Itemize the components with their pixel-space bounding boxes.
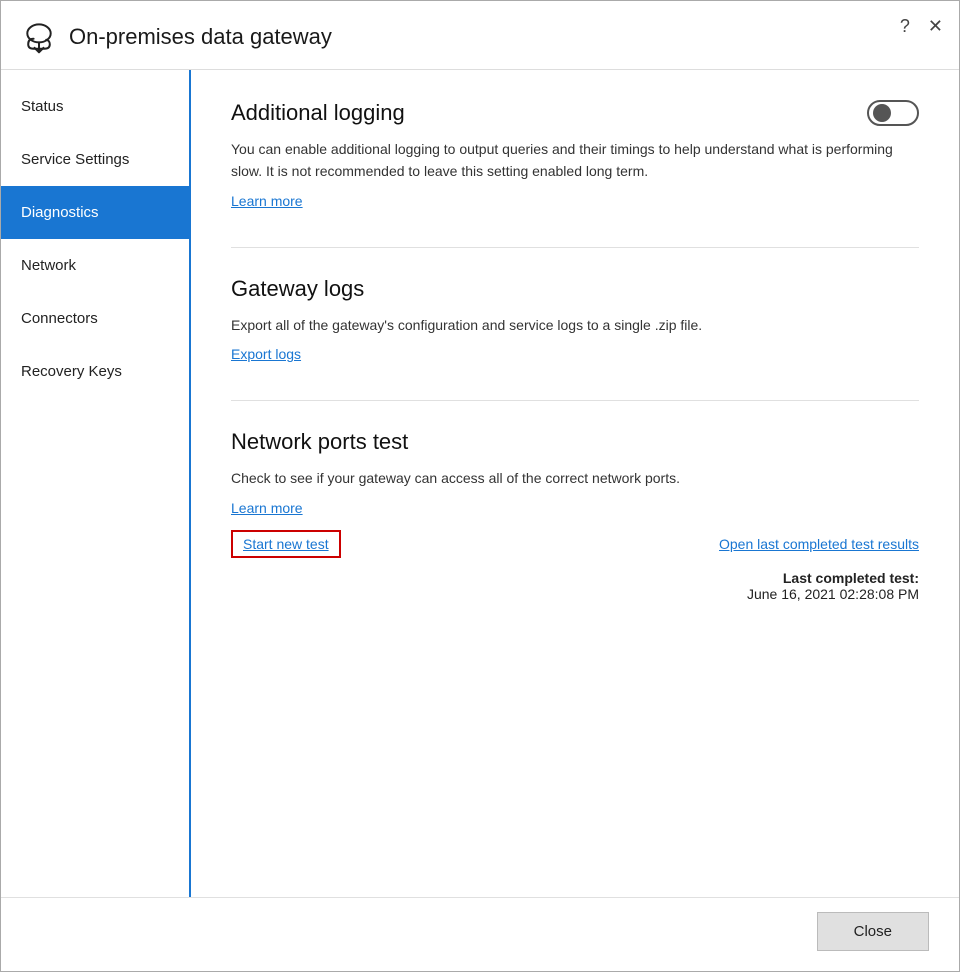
ports-test-row: Start new test Open last completed test …: [231, 530, 919, 558]
title-bar: On-premises data gateway ? ✕: [1, 1, 959, 70]
sidebar-item-diagnostics[interactable]: Diagnostics: [1, 186, 189, 239]
sidebar-item-service-settings[interactable]: Service Settings: [1, 133, 189, 186]
sidebar-item-connectors[interactable]: Connectors: [1, 292, 189, 345]
network-ports-test-desc: Check to see if your gateway can access …: [231, 467, 919, 489]
gateway-logs-section: Gateway logs Export all of the gateway's…: [231, 276, 919, 364]
export-logs-link[interactable]: Export logs: [231, 346, 301, 362]
help-button[interactable]: ?: [900, 17, 910, 35]
last-completed-date: June 16, 2021 02:28:08 PM: [231, 586, 919, 602]
open-last-results-link[interactable]: Open last completed test results: [719, 536, 919, 552]
additional-logging-learn-more[interactable]: Learn more: [231, 193, 303, 209]
start-new-test-button[interactable]: Start new test: [231, 530, 341, 558]
additional-logging-toggle[interactable]: [867, 100, 919, 126]
gateway-logs-desc: Export all of the gateway's configuratio…: [231, 314, 919, 336]
close-button[interactable]: Close: [817, 912, 929, 951]
toggle-dot: [873, 104, 891, 122]
gateway-logs-header: Gateway logs: [231, 276, 919, 302]
last-completed-info: Last completed test: June 16, 2021 02:28…: [231, 570, 919, 602]
divider-2: [231, 400, 919, 401]
app-icon: [21, 19, 57, 55]
footer: Close: [1, 897, 959, 971]
window-controls: ? ✕: [900, 17, 943, 35]
sidebar-item-network[interactable]: Network: [1, 239, 189, 292]
sidebar-item-recovery-keys[interactable]: Recovery Keys: [1, 345, 189, 398]
network-ports-test-section: Network ports test Check to see if your …: [231, 429, 919, 601]
close-window-button[interactable]: ✕: [928, 17, 943, 35]
application-window: On-premises data gateway ? ✕ Status Serv…: [0, 0, 960, 972]
sidebar-item-status[interactable]: Status: [1, 80, 189, 133]
gateway-logs-title: Gateway logs: [231, 276, 364, 302]
network-ports-learn-more[interactable]: Learn more: [231, 500, 303, 516]
sidebar: Status Service Settings Diagnostics Netw…: [1, 70, 191, 897]
additional-logging-header: Additional logging: [231, 100, 919, 126]
divider-1: [231, 247, 919, 248]
additional-logging-desc: You can enable additional logging to out…: [231, 138, 919, 183]
additional-logging-title: Additional logging: [231, 100, 405, 126]
network-ports-test-title: Network ports test: [231, 429, 408, 455]
main-panel: Additional logging You can enable additi…: [191, 70, 959, 897]
window-title: On-premises data gateway: [69, 24, 332, 50]
content-area: Status Service Settings Diagnostics Netw…: [1, 70, 959, 897]
additional-logging-section: Additional logging You can enable additi…: [231, 100, 919, 211]
network-ports-test-header: Network ports test: [231, 429, 919, 455]
last-completed-label: Last completed test:: [231, 570, 919, 586]
